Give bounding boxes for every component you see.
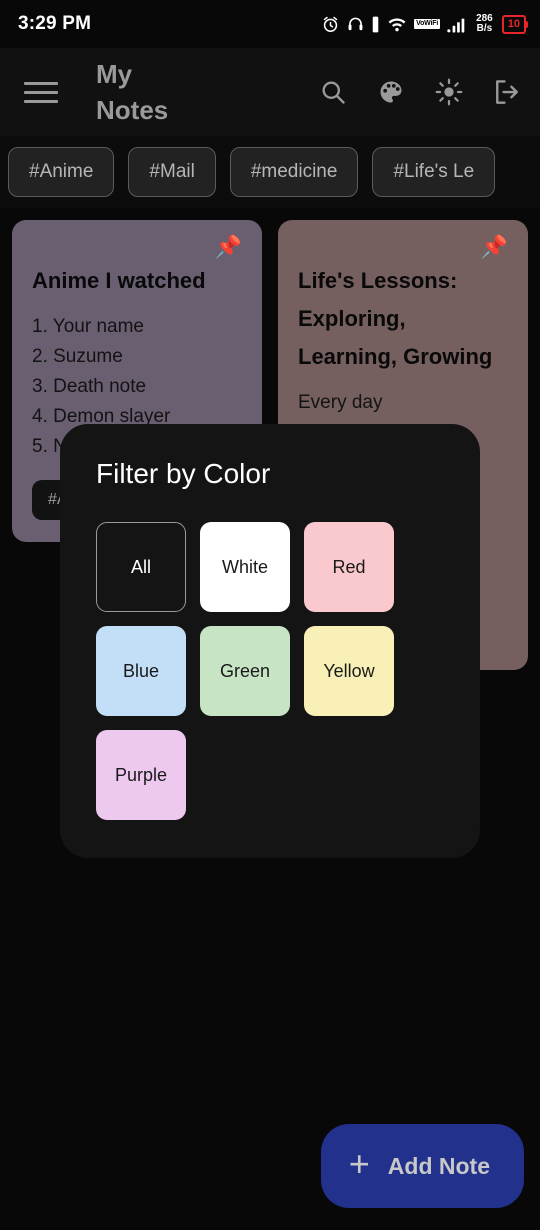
- color-swatch-purple[interactable]: Purple: [96, 730, 186, 820]
- color-swatch-all[interactable]: All: [96, 522, 186, 612]
- plus-icon: +: [348, 1143, 370, 1184]
- color-swatch-yellow[interactable]: Yellow: [304, 626, 394, 716]
- color-swatch-grid: All White Red Blue Green Yellow Purple: [96, 522, 444, 820]
- color-swatch-green[interactable]: Green: [200, 626, 290, 716]
- add-note-label: Add Note: [387, 1152, 490, 1179]
- add-note-button[interactable]: + Add Note: [320, 1124, 524, 1208]
- dialog-title: Filter by Color: [96, 458, 271, 489]
- color-swatch-blue[interactable]: Blue: [96, 626, 186, 716]
- color-swatch-red[interactable]: Red: [304, 522, 394, 612]
- filter-by-color-dialog: Filter by Color All White Red Blue Green…: [60, 424, 480, 858]
- color-swatch-white[interactable]: White: [200, 522, 290, 612]
